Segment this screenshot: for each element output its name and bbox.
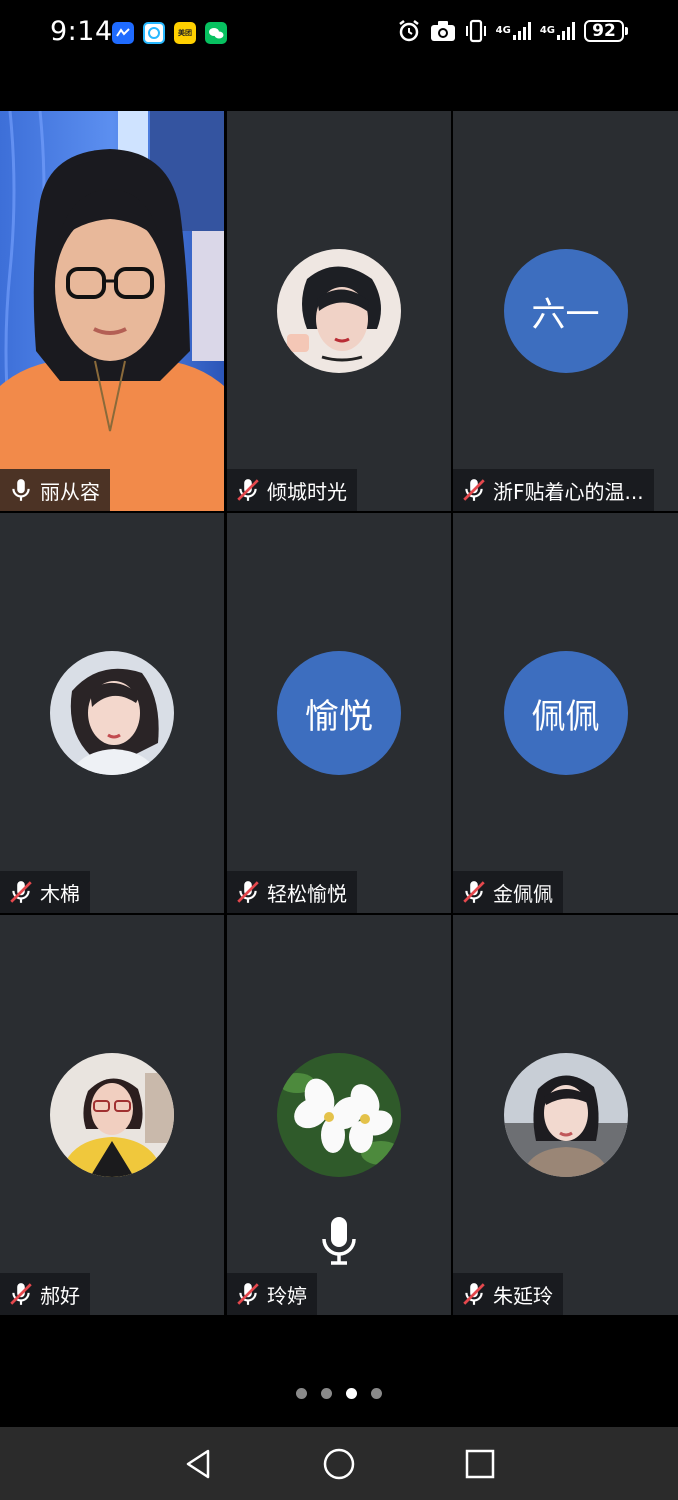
mic-muted-icon bbox=[463, 1283, 485, 1305]
participant-name: 倾城时光 bbox=[267, 479, 347, 504]
clock: 9:14 bbox=[50, 16, 113, 47]
recents-icon[interactable] bbox=[463, 1447, 497, 1481]
back-icon[interactable] bbox=[182, 1447, 216, 1481]
camera-icon bbox=[430, 18, 456, 44]
participant-tile[interactable]: 玲婷 bbox=[227, 915, 451, 1315]
participant-avatar bbox=[277, 1053, 401, 1177]
mic-muted-icon bbox=[10, 881, 32, 903]
mic-muted-icon bbox=[237, 479, 259, 501]
meituan-icon: 美团 bbox=[174, 22, 196, 44]
notification-app-icons: 美团 bbox=[112, 22, 227, 44]
participant-name: 木棉 bbox=[40, 881, 80, 906]
participant-tile[interactable]: 倾城时光 bbox=[227, 111, 451, 511]
participant-initials: 佩佩 bbox=[503, 651, 628, 775]
participant-avatar bbox=[50, 651, 174, 775]
participant-tile[interactable]: 郝好 bbox=[0, 915, 224, 1315]
home-icon[interactable] bbox=[322, 1447, 356, 1481]
participant-grid: 丽从容 倾城时光 六一 浙F贴着心的温... 木棉 愉悦 轻松愉悦 佩佩 金佩佩… bbox=[0, 111, 678, 1315]
page-dot[interactable] bbox=[321, 1388, 332, 1399]
mic-muted-icon bbox=[10, 1283, 32, 1305]
battery-level: 92 bbox=[584, 20, 624, 42]
system-status: 4G 4G 92 bbox=[397, 18, 628, 44]
participant-tile[interactable]: 佩佩 金佩佩 bbox=[453, 513, 678, 913]
participant-name: 郝好 bbox=[40, 1283, 80, 1308]
participant-name: 金佩佩 bbox=[493, 881, 553, 906]
mic-muted-icon bbox=[237, 1283, 259, 1305]
wechat-icon bbox=[205, 22, 227, 44]
speaking-mic-icon bbox=[322, 1217, 356, 1265]
participant-name: 玲婷 bbox=[267, 1283, 307, 1308]
mic-on-icon bbox=[12, 479, 30, 501]
page-dot-active[interactable] bbox=[346, 1388, 357, 1399]
participant-tile[interactable]: 愉悦 轻松愉悦 bbox=[227, 513, 451, 913]
page-dot[interactable] bbox=[371, 1388, 382, 1399]
mic-muted-icon bbox=[237, 881, 259, 903]
system-nav-bar bbox=[0, 1427, 678, 1500]
participant-name-bar: 丽从容 bbox=[0, 469, 110, 511]
participant-avatar bbox=[503, 1053, 628, 1177]
page-dot[interactable] bbox=[296, 1388, 307, 1399]
signal-2-icon: 4G bbox=[540, 18, 575, 44]
participant-name: 轻松愉悦 bbox=[267, 881, 347, 906]
vibrate-icon bbox=[465, 18, 487, 44]
mic-muted-icon bbox=[463, 479, 485, 501]
participant-tile[interactable]: 丽从容 bbox=[0, 111, 224, 511]
mic-muted-icon bbox=[463, 881, 485, 903]
page-indicator[interactable] bbox=[0, 1388, 678, 1399]
participant-name-bar: 轻松愉悦 bbox=[227, 871, 357, 913]
participant-tile[interactable]: 六一 浙F贴着心的温... bbox=[453, 111, 678, 511]
participant-name: 朱延玲 bbox=[493, 1283, 553, 1308]
participant-tile[interactable]: 木棉 bbox=[0, 513, 224, 913]
participant-name-bar: 郝好 bbox=[0, 1273, 90, 1315]
participant-tile[interactable]: 朱延玲 bbox=[453, 915, 678, 1315]
alarm-icon bbox=[397, 18, 421, 44]
participant-name-bar: 浙F贴着心的温... bbox=[453, 469, 654, 511]
participant-initials: 六一 bbox=[503, 249, 628, 373]
participant-name: 丽从容 bbox=[40, 479, 100, 504]
chat-icon bbox=[143, 22, 165, 44]
feishu-icon bbox=[112, 22, 134, 44]
participant-name-bar: 倾城时光 bbox=[227, 469, 357, 511]
participant-name-bar: 玲婷 bbox=[227, 1273, 317, 1315]
participant-video bbox=[0, 111, 224, 511]
participant-name-bar: 木棉 bbox=[0, 871, 90, 913]
participant-name: 浙F贴着心的温... bbox=[493, 479, 644, 504]
participant-name-bar: 金佩佩 bbox=[453, 871, 563, 913]
participant-name-bar: 朱延玲 bbox=[453, 1273, 563, 1315]
participant-initials: 愉悦 bbox=[277, 651, 401, 775]
battery-icon: 92 bbox=[584, 20, 628, 42]
signal-1-icon: 4G bbox=[496, 18, 531, 44]
participant-avatar bbox=[50, 1053, 174, 1177]
status-bar: 9:14 美团 4G 4G 92 bbox=[0, 0, 678, 70]
participant-avatar bbox=[277, 249, 401, 373]
